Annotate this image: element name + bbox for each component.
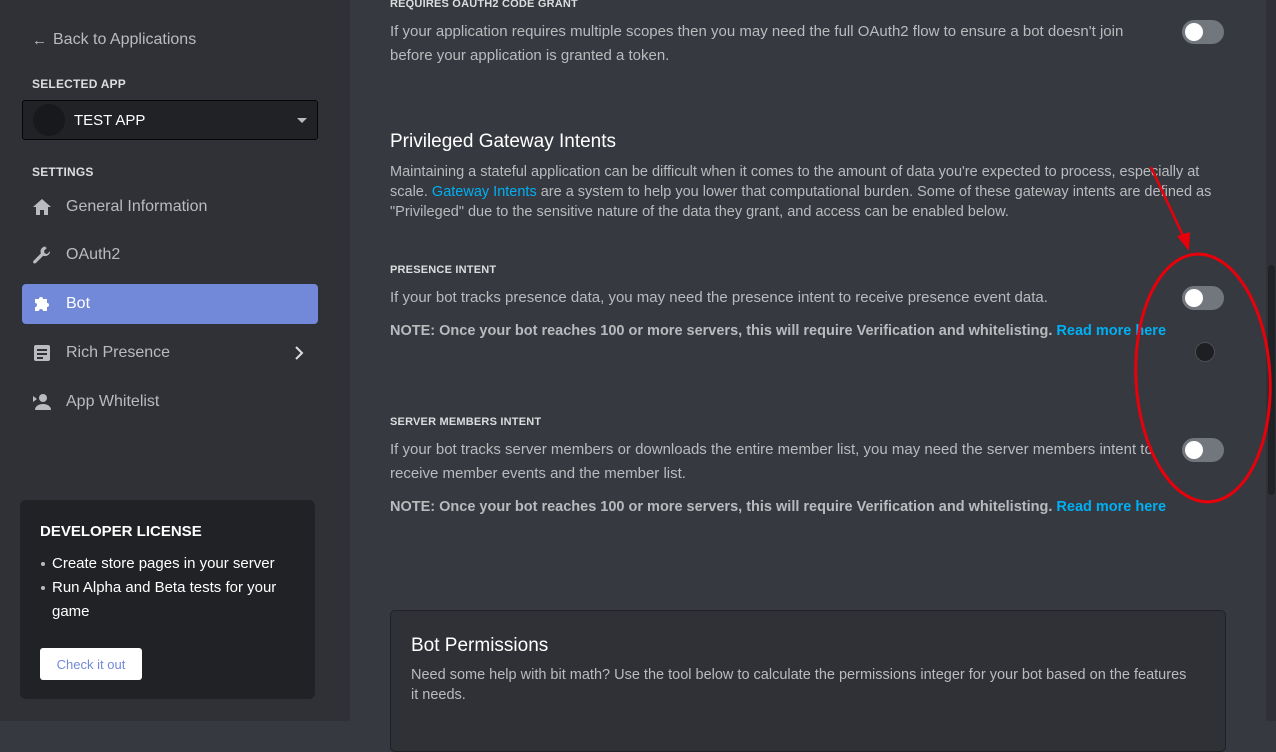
app-name: TEST APP xyxy=(74,111,146,129)
toggle-knob xyxy=(1185,23,1203,41)
server-members-intent-toggle[interactable] xyxy=(1182,438,1224,462)
server-members-description-line2: receive member events and the member lis… xyxy=(390,465,686,482)
check-it-out-button[interactable]: Check it out xyxy=(40,648,142,680)
sidebar-item-general-information[interactable]: General Information xyxy=(22,187,318,227)
server-members-description-line1: If your bot tracks server members or dow… xyxy=(390,441,1153,458)
person-icon xyxy=(31,391,53,413)
sidebar-item-oauth2[interactable]: OAuth2 xyxy=(22,235,318,275)
wrench-icon xyxy=(31,244,53,266)
presence-intent-note: NOTE: Once your bot reaches 100 or more … xyxy=(390,323,1166,339)
arrow-left-icon: ← xyxy=(32,31,47,49)
selected-app-label: SELECTED APP xyxy=(32,77,126,91)
main-content: REQUIRES OAUTH2 CODE GRANT If your appli… xyxy=(350,0,1276,752)
read-more-link[interactable]: Read more here xyxy=(1056,499,1166,515)
oauth2-grant-description-line2: before your application is granted a tok… xyxy=(390,47,670,64)
developer-license-card: DEVELOPER LICENSE Create store pages in … xyxy=(20,500,315,699)
sidebar-item-rich-presence[interactable]: Rich Presence xyxy=(22,333,318,373)
list-item: Run Alpha and Beta tests for your game xyxy=(40,576,300,624)
sidebar-item-label: General Information xyxy=(66,198,208,215)
list-item: Create store pages in your server xyxy=(40,552,300,576)
app-avatar xyxy=(33,104,65,136)
presence-intent-label: PRESENCE INTENT xyxy=(390,264,497,276)
back-to-applications-link[interactable]: ← Back to Applications xyxy=(32,31,196,49)
gateway-intents-description: Maintaining a stateful application can b… xyxy=(390,162,1220,222)
sidebar-item-bot[interactable]: Bot xyxy=(22,284,318,324)
oauth2-grant-label: REQUIRES OAUTH2 CODE GRANT xyxy=(390,0,578,10)
home-icon xyxy=(31,196,53,218)
note-text: NOTE: Once your bot reaches 100 or more … xyxy=(390,323,1057,339)
puzzle-icon xyxy=(31,293,53,315)
gateway-intents-title: Privileged Gateway Intents xyxy=(390,131,617,152)
sidebar-item-label: App Whitelist xyxy=(66,393,160,410)
chevron-right-icon xyxy=(294,343,304,368)
scrollbar-thumb[interactable] xyxy=(1268,265,1275,495)
sidebar-item-label: Rich Presence xyxy=(66,344,171,361)
oauth2-grant-description-line1: If your application requires multiple sc… xyxy=(390,23,1124,40)
settings-label: SETTINGS xyxy=(32,165,94,179)
oauth2-grant-toggle[interactable] xyxy=(1182,20,1224,44)
back-link-label: Back to Applications xyxy=(53,31,197,48)
note-text: NOTE: Once your bot reaches 100 or more … xyxy=(390,499,1057,515)
presence-intent-toggle[interactable] xyxy=(1182,286,1224,310)
app-selector[interactable]: TEST APP xyxy=(22,100,318,140)
read-more-link[interactable]: Read more here xyxy=(1056,323,1166,339)
sidebar-item-label: Bot xyxy=(66,295,91,312)
dot-marker xyxy=(1195,342,1215,362)
presence-intent-description: If your bot tracks presence data, you ma… xyxy=(390,289,1048,306)
toggle-knob xyxy=(1185,441,1203,459)
sidebar: ← Back to Applications SELECTED APP TEST… xyxy=(0,0,350,721)
document-icon xyxy=(31,342,53,364)
toggle-knob xyxy=(1185,289,1203,307)
sidebar-item-app-whitelist[interactable]: App Whitelist xyxy=(22,382,318,422)
license-title: DEVELOPER LICENSE xyxy=(40,523,202,540)
caret-down-icon xyxy=(297,117,307,123)
bot-permissions-card: Bot Permissions Need some help with bit … xyxy=(390,610,1226,752)
bot-permissions-description: Need some help with bit math? Use the to… xyxy=(411,667,1187,703)
gateway-intents-link[interactable]: Gateway Intents xyxy=(432,184,537,200)
server-members-note: NOTE: Once your bot reaches 100 or more … xyxy=(390,499,1166,515)
license-list: Create store pages in your server Run Al… xyxy=(40,552,300,624)
server-members-intent-label: SERVER MEMBERS INTENT xyxy=(390,416,542,428)
sidebar-item-label: OAuth2 xyxy=(66,246,121,263)
bot-permissions-title: Bot Permissions xyxy=(411,635,549,656)
